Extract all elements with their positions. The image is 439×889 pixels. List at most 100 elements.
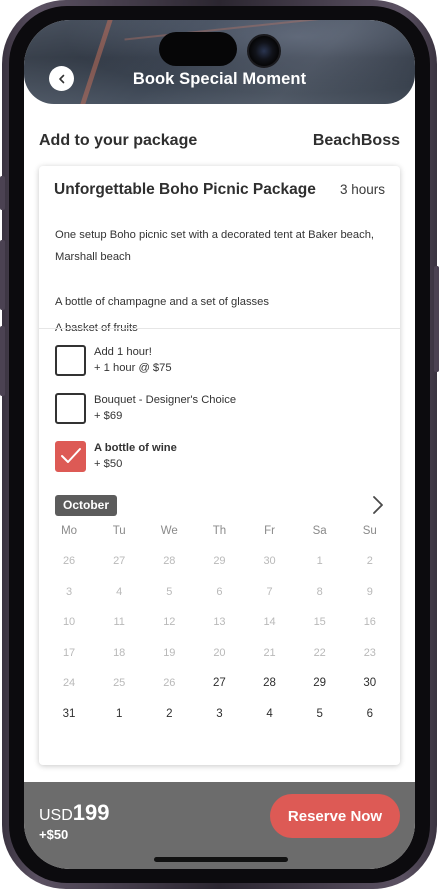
calendar-day[interactable]: 31 xyxy=(44,708,94,720)
addon-checkbox[interactable] xyxy=(55,344,86,376)
calendar-day-disabled: 2 xyxy=(366,555,373,567)
reserve-now-button[interactable]: Reserve Now xyxy=(270,794,400,838)
volume-down-button xyxy=(0,326,5,396)
addon-label: Bouquet - Designer's Choice xyxy=(94,394,237,406)
weekday-label: Fr xyxy=(264,525,275,537)
calendar-day-disabled: 30 xyxy=(263,555,276,567)
price-amount: 199 xyxy=(72,800,110,825)
calendar-week-row: 31 1 2 3 4 5 6 xyxy=(44,708,395,720)
addon-price: + $50 xyxy=(94,458,123,470)
checkout-bar: USD199 +$50 Reserve Now xyxy=(24,782,415,869)
addon-text: Bouquet - Designer's Choice + $69 xyxy=(94,392,236,424)
calendar-day-disabled: 25 xyxy=(113,677,126,690)
calendar-day-disabled: 5 xyxy=(166,585,173,598)
calendar-day-disabled: 26 xyxy=(163,677,176,690)
addon-extra-hour[interactable]: Add 1 hour! + 1 hour @ $75 xyxy=(55,344,375,376)
addon-wine[interactable]: A bottle of wine + $50 xyxy=(55,440,375,472)
calendar-day[interactable]: 1 xyxy=(94,708,144,720)
calendar-day-disabled: 3 xyxy=(66,585,73,598)
section-title: Add to your package xyxy=(39,132,198,149)
calendar-day-disabled: 26 xyxy=(62,555,76,567)
power-button xyxy=(434,266,439,372)
weekday-label: Mo xyxy=(61,525,78,537)
calendar-day-disabled: 14 xyxy=(263,616,276,629)
divider xyxy=(39,328,400,329)
addon-label: A bottle of wine xyxy=(94,442,177,454)
camera-icon xyxy=(247,34,281,68)
calendar-day[interactable]: 6 xyxy=(345,708,395,720)
calendar-day-disabled: 28 xyxy=(163,555,176,567)
weekday-label: Tu xyxy=(112,525,126,537)
addon-label: Add 1 hour! xyxy=(94,346,152,358)
weekday-label: Su xyxy=(362,525,377,537)
calendar-day[interactable]: 5 xyxy=(295,708,345,720)
calendar-day[interactable]: 30 xyxy=(345,677,395,689)
calendar-day-disabled: 4 xyxy=(116,585,123,598)
weekday-label: Th xyxy=(212,525,227,537)
calendar-day-disabled: 8 xyxy=(316,585,323,598)
calendar-day[interactable]: 2 xyxy=(144,708,194,720)
package-card: Unforgettable Boho Picnic Package 3 hour… xyxy=(39,166,400,765)
next-month-button[interactable] xyxy=(368,494,388,516)
brand-name: BeachBoss xyxy=(312,132,400,149)
addon-bouquet[interactable]: Bouquet - Designer's Choice + $69 xyxy=(55,392,375,424)
weekday-label: Sa xyxy=(312,525,327,537)
chevron-right-icon xyxy=(373,496,383,514)
package-duration: 3 hours xyxy=(339,182,385,197)
package-name: Unforgettable Boho Picnic Package xyxy=(54,181,316,198)
calendar-day-disabled: 12 xyxy=(163,616,176,629)
home-indicator xyxy=(154,857,288,862)
calendar-week-row: 17 18 19 20 21 22 23 xyxy=(44,647,395,659)
app-screen: Book Special Moment Add to your package … xyxy=(24,20,415,869)
addon-checkbox-checked[interactable] xyxy=(55,440,86,472)
calendar-day-disabled: 15 xyxy=(313,616,326,629)
calendar-day[interactable]: 4 xyxy=(245,708,295,720)
calendar-day-disabled: 23 xyxy=(363,646,376,659)
calendar-day-disabled: 17 xyxy=(62,646,76,659)
addon-price: + $69 xyxy=(94,410,123,422)
calendar-week-row: 10 11 12 13 14 15 16 xyxy=(44,616,395,628)
calendar-day-disabled: 7 xyxy=(266,585,273,598)
calendar-day-disabled: 9 xyxy=(366,585,373,598)
addon-text: A bottle of wine + $50 xyxy=(94,440,177,472)
calendar-day[interactable]: 28 xyxy=(245,677,295,689)
volume-up-button xyxy=(0,240,5,310)
addon-checkbox[interactable] xyxy=(55,392,86,424)
package-description-item: One setup Boho picnic set with a decorat… xyxy=(55,229,375,263)
calendar-weekdays: Mo Tu We Th Fr Sa Su xyxy=(44,525,395,537)
checkmark-icon xyxy=(60,448,81,463)
calendar-day-disabled: 16 xyxy=(363,616,376,629)
weekday-label: We xyxy=(160,525,178,537)
calendar-week-row: 26 27 28 29 30 1 2 xyxy=(44,555,395,567)
calendar-week-row: 3 4 5 6 7 8 9 xyxy=(44,586,395,598)
page-title: Book Special Moment xyxy=(132,70,307,88)
calendar-day-disabled: 27 xyxy=(113,555,126,567)
month-label: October xyxy=(55,495,118,516)
calendar-day-disabled: 6 xyxy=(216,585,223,598)
package-description-item: A bottle of champagne and a set of glass… xyxy=(55,296,269,308)
price-currency: USD xyxy=(39,807,73,824)
calendar-day-disabled: 10 xyxy=(62,616,76,629)
addon-price: + 1 hour @ $75 xyxy=(94,362,172,374)
addon-text: Add 1 hour! + 1 hour @ $75 xyxy=(94,344,172,376)
calendar-day-disabled: 1 xyxy=(316,555,323,567)
calendar-day-disabled: 22 xyxy=(313,646,326,659)
header-photo-detail xyxy=(80,20,113,104)
calendar-week-row: 24 25 26 27 28 29 30 xyxy=(44,677,395,689)
calendar-day-disabled: 19 xyxy=(163,646,176,659)
mute-switch xyxy=(0,176,5,210)
calendar-day[interactable]: 27 xyxy=(194,677,244,689)
calendar-day-disabled: 11 xyxy=(113,616,125,629)
price-extra: +$50 xyxy=(39,827,69,842)
calendar-day-disabled: 24 xyxy=(62,677,76,690)
calendar-day-disabled: 13 xyxy=(213,616,226,629)
calendar-day-disabled: 29 xyxy=(213,555,226,567)
calendar-day[interactable]: 3 xyxy=(194,708,244,720)
dynamic-island xyxy=(159,32,237,66)
calendar-day-disabled: 20 xyxy=(213,646,226,659)
total-price: USD199 xyxy=(39,800,110,826)
calendar-day-disabled: 21 xyxy=(263,646,276,659)
calendar-day-disabled: 18 xyxy=(113,646,126,659)
header: Book Special Moment xyxy=(24,20,415,104)
calendar-day[interactable]: 29 xyxy=(295,677,345,689)
